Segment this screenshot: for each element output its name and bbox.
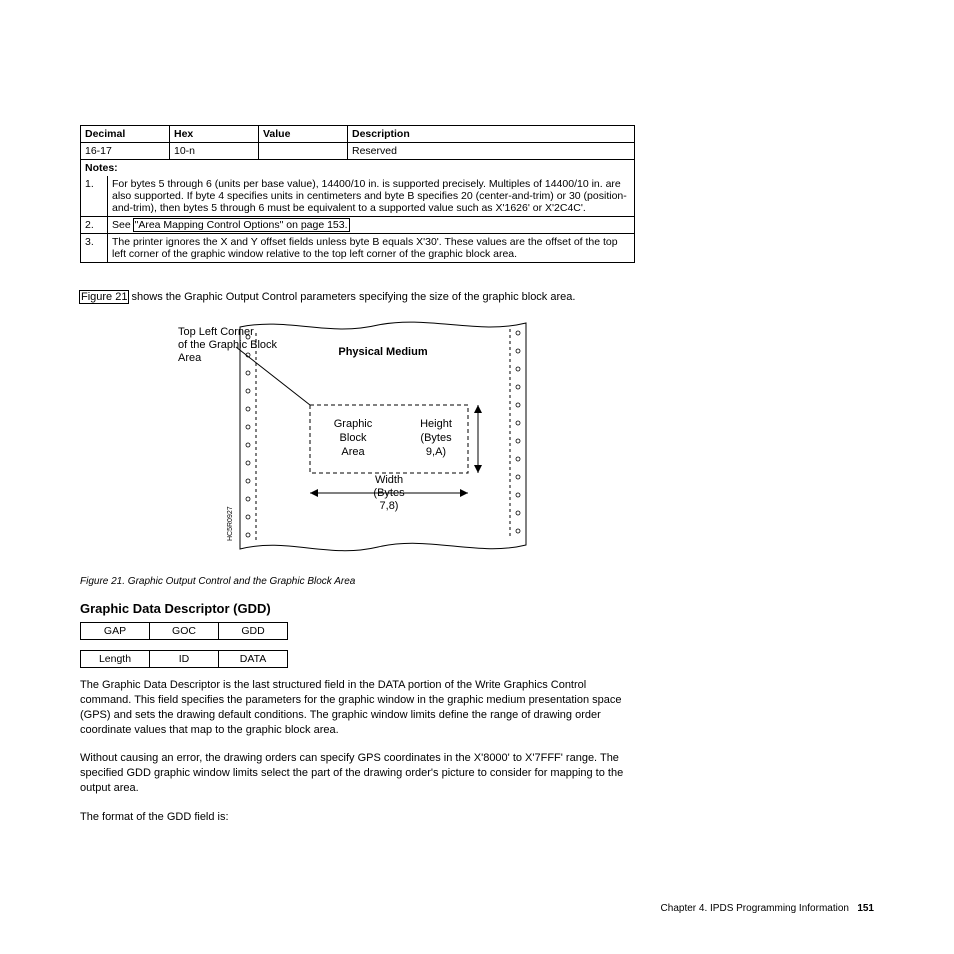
note-row: 3. The printer ignores the X and Y offse… [81,234,635,263]
section-heading-gdd: Graphic Data Descriptor (GDD) [80,601,635,616]
paragraph: The Graphic Data Descriptor is the last … [80,678,635,737]
svg-text:Physical Medium: Physical Medium [338,346,427,358]
document-page: Decimal Hex Value Description 16-17 10-n… [80,125,635,839]
field-structure-top: GAP GOC GDD [80,622,288,640]
svg-text:Top Left Corner: Top Left Corner [178,326,254,338]
note-text: For bytes 5 through 6 (units per base va… [108,176,635,217]
svg-text:Height: Height [420,418,452,430]
table-header-row: Decimal Hex Value Description [81,126,635,143]
paragraph: Without causing an error, the drawing or… [80,751,635,796]
note-text: The printer ignores the X and Y offset f… [108,234,635,263]
table-row: 16-17 10-n Reserved [81,143,635,160]
figure-reference-paragraph: Figure 21 shows the Graphic Output Contr… [80,291,635,303]
page-footer: Chapter 4. IPDS Programming Information … [661,903,874,914]
notes-heading: Notes: [80,160,635,176]
th-description: Description [348,126,635,143]
field-structure-bottom: Length ID DATA [80,650,288,668]
note-number: 2. [81,217,108,234]
svg-text:of the Graphic Block: of the Graphic Block [178,339,278,351]
figure-reference-link[interactable]: Figure 21 [80,291,128,303]
note-row: 1. For bytes 5 through 6 (units per base… [81,176,635,217]
svg-text:Area: Area [178,352,202,364]
chapter-label: Chapter 4. IPDS Programming Information [661,903,849,914]
parameter-table: Decimal Hex Value Description 16-17 10-n… [80,125,635,160]
td-value [259,143,348,160]
svg-text:Graphic: Graphic [333,418,372,430]
th-value: Value [259,126,348,143]
figure-graphic-block: Top Left Corner of the Graphic Block Are… [80,315,635,568]
cell-gap: GAP [81,623,150,640]
td-decimal: 16-17 [81,143,170,160]
svg-text:7,8): 7,8) [379,500,398,512]
svg-text:Width: Width [374,474,402,486]
notes-table: 1. For bytes 5 through 6 (units per base… [80,176,635,263]
td-description: Reserved [348,143,635,160]
svg-text:Area: Area [341,446,365,458]
page-number: 151 [857,903,874,914]
th-decimal: Decimal [81,126,170,143]
svg-text:HC5R0927: HC5R0927 [227,506,234,541]
paragraph: The format of the GDD field is: [80,810,635,825]
cell-goc: GOC [150,623,219,640]
svg-text:(Bytes: (Bytes [373,487,405,499]
note-number: 3. [81,234,108,263]
th-hex: Hex [170,126,259,143]
note-text: See "Area Mapping Control Options" on pa… [108,217,635,234]
cell-data: DATA [219,651,288,668]
td-hex: 10-n [170,143,259,160]
note-number: 1. [81,176,108,217]
svg-text:Block: Block [339,432,366,444]
note-row: 2. See "Area Mapping Control Options" on… [81,217,635,234]
figure-caption: Figure 21. Graphic Output Control and th… [80,576,635,587]
cell-gdd: GDD [219,623,288,640]
svg-text:9,A): 9,A) [425,446,445,458]
cell-length: Length [81,651,150,668]
cell-id: ID [150,651,219,668]
cross-reference-link[interactable]: "Area Mapping Control Options" on page 1… [134,219,349,231]
svg-text:(Bytes: (Bytes [420,432,452,444]
